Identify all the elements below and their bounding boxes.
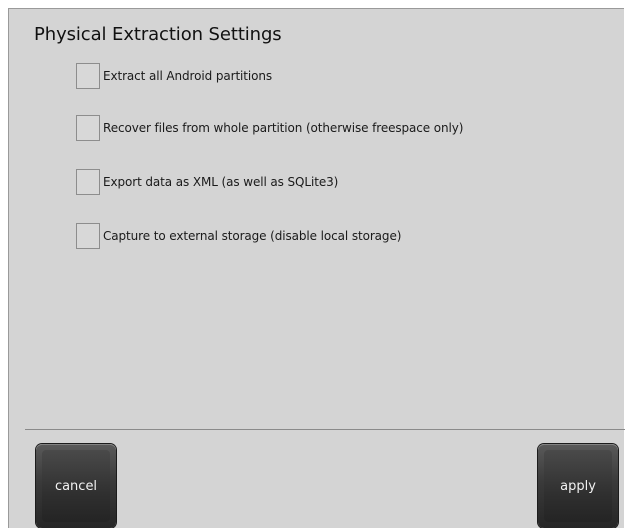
divider [25, 429, 625, 430]
recover-whole-partition-checkbox[interactable] [76, 115, 100, 141]
option-recover-whole-partition[interactable]: Recover files from whole partition (othe… [76, 114, 463, 142]
option-label: Extract all Android partitions [103, 69, 273, 83]
page-title: Physical Extraction Settings [34, 24, 282, 45]
cancel-button-label: cancel [54, 478, 98, 494]
option-label: Export data as XML (as well as SQLite3) [103, 175, 339, 189]
apply-button-face: apply [544, 450, 612, 522]
apply-button[interactable]: apply [538, 444, 618, 528]
extract-all-partitions-checkbox[interactable] [76, 63, 100, 89]
cancel-button-face: cancel [42, 450, 110, 522]
option-extract-all-partitions[interactable]: Extract all Android partitions [76, 62, 272, 90]
cancel-button[interactable]: cancel [36, 444, 116, 528]
option-label: Capture to external storage (disable loc… [103, 229, 402, 243]
apply-button-label: apply [560, 478, 596, 494]
option-export-xml[interactable]: Export data as XML (as well as SQLite3) [76, 168, 338, 196]
capture-external-storage-checkbox[interactable] [76, 223, 100, 249]
option-capture-external-storage[interactable]: Capture to external storage (disable loc… [76, 222, 401, 250]
export-xml-checkbox[interactable] [76, 169, 100, 195]
option-label: Recover files from whole partition (othe… [103, 121, 464, 135]
